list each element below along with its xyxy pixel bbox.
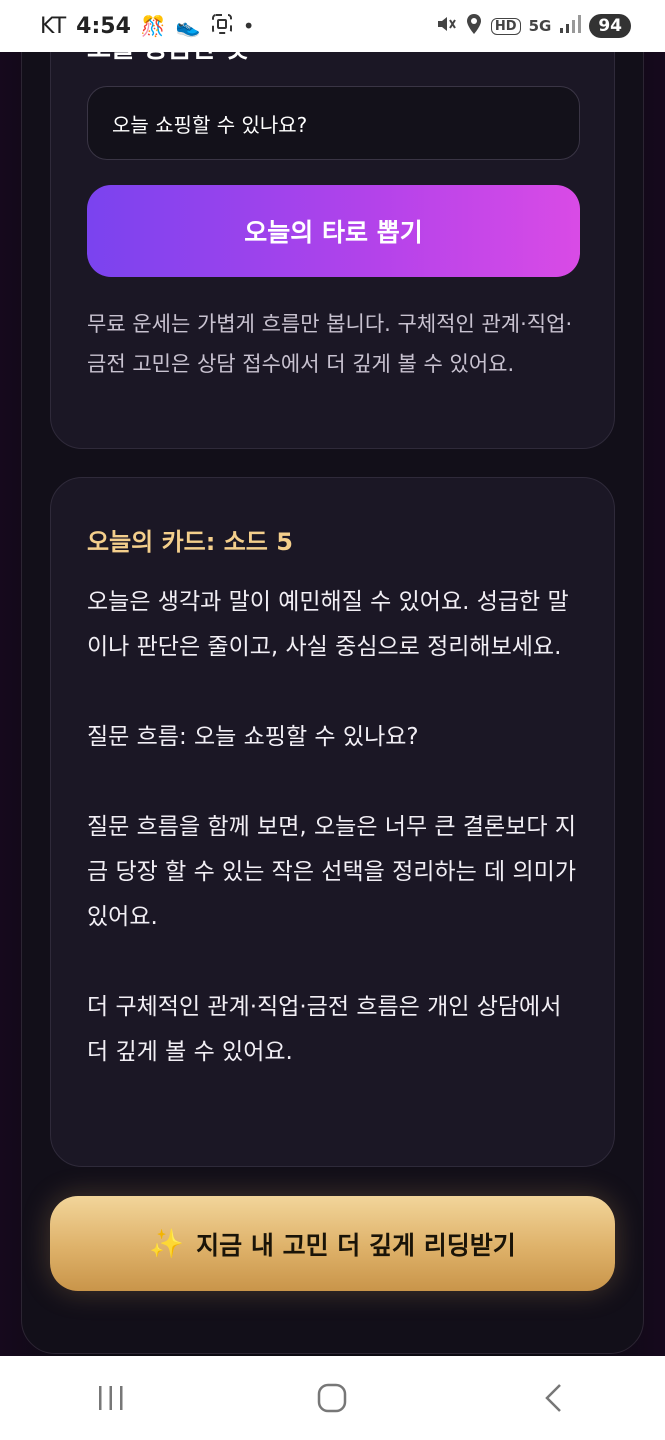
content-panel: 오늘 궁금한 것 오늘의 타로 뽑기 무료 운세는 가볍게 흐름만 봅니다. 구… (21, 52, 644, 1354)
result-card: 오늘의 카드: 소드 5 오늘은 생각과 말이 예민해질 수 있어요. 성급한 … (50, 477, 615, 1167)
question-card: 오늘 궁금한 것 오늘의 타로 뽑기 무료 운세는 가볍게 흐름만 봅니다. 구… (50, 52, 615, 449)
status-bar: KT 4:54 🎊 👟 • HD 5G 94 (0, 0, 665, 52)
signal-icon (559, 14, 582, 39)
draw-tarot-button[interactable]: 오늘의 타로 뽑기 (87, 185, 580, 277)
status-right: HD 5G 94 (435, 13, 631, 40)
back-icon (545, 1384, 562, 1412)
screenshot-icon (211, 13, 233, 40)
result-body: 오늘은 생각과 말이 예민해질 수 있어요. 성급한 말이나 판단은 줄이고, … (87, 580, 587, 1075)
carrier-label: KT (40, 13, 67, 39)
result-paragraph: 질문 흐름: 오늘 쇼핑할 수 있나요? (87, 724, 419, 750)
system-nav-bar (0, 1356, 665, 1440)
notification-app-icon: 🎊 (140, 14, 166, 38)
result-paragraph: 질문 흐름을 함께 보면, 오늘은 너무 큰 결론보다 지금 당장 할 수 있는… (87, 814, 576, 930)
location-icon (465, 13, 483, 40)
result-paragraph: 더 구체적인 관계·직업·금전 흐름은 개인 상담에서 더 깊게 볼 수 있어요… (87, 994, 562, 1065)
hd-icon: HD (490, 17, 521, 35)
deep-reading-button[interactable]: ✨ 지금 내 고민 더 깊게 리딩받기 (50, 1196, 615, 1291)
question-input[interactable] (87, 86, 580, 160)
free-reading-notice: 무료 운세는 가볍게 흐름만 봅니다. 구체적인 관계·직업·금전 고민은 상담… (87, 312, 573, 376)
dot-icon: • (242, 14, 255, 38)
notification-shoe-icon: 👟 (175, 14, 201, 38)
home-button[interactable] (292, 1368, 372, 1428)
mute-icon (435, 13, 457, 40)
back-button[interactable] (514, 1368, 594, 1428)
clock: 4:54 (76, 13, 131, 39)
sparkle-icon: ✨ (149, 1227, 185, 1260)
result-paragraph: 오늘은 생각과 말이 예민해질 수 있어요. 성급한 말이나 판단은 줄이고, … (87, 589, 569, 660)
deep-reading-label: 지금 내 고민 더 깊게 리딩받기 (196, 1230, 516, 1260)
home-icon (318, 1383, 347, 1413)
status-left: KT 4:54 🎊 👟 • (40, 13, 255, 40)
battery-indicator: 94 (589, 14, 631, 38)
result-card-title: 오늘의 카드: 소드 5 (87, 528, 293, 556)
recent-apps-button[interactable] (71, 1368, 151, 1428)
question-section-title: 오늘 궁금한 것 (87, 52, 249, 65)
recent-apps-icon (98, 1386, 123, 1410)
app-viewport: 오늘 궁금한 것 오늘의 타로 뽑기 무료 운세는 가볍게 흐름만 봅니다. 구… (0, 52, 665, 1356)
network-label: 5G (528, 17, 552, 35)
